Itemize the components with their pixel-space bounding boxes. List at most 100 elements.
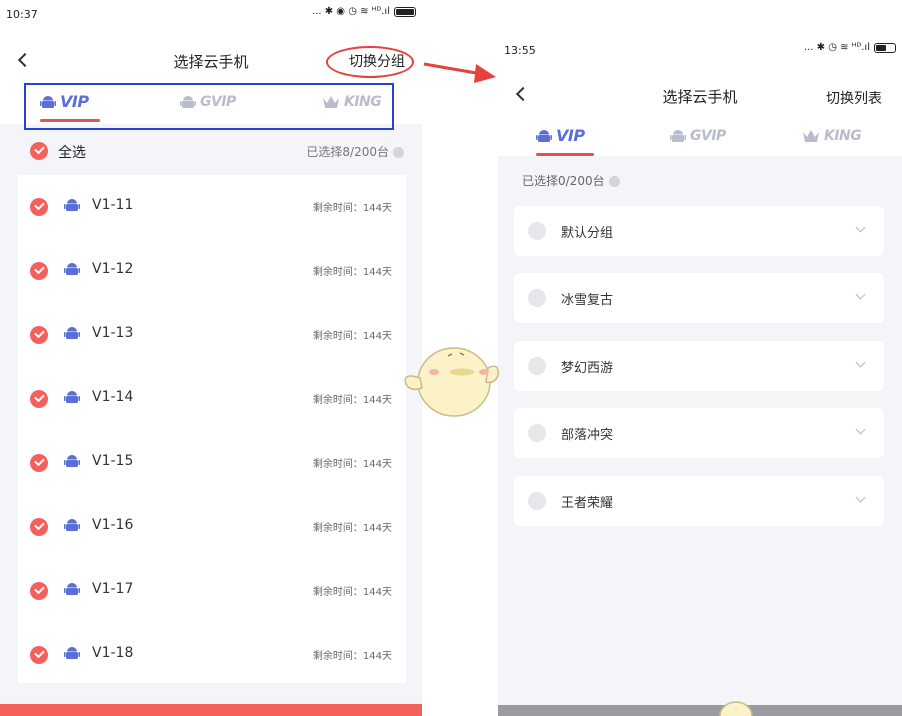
tier-tabs: VIP GVIP KING bbox=[498, 120, 902, 156]
device-checkbox[interactable] bbox=[30, 390, 48, 408]
device-row[interactable]: V1-12 剩余时间：144天 bbox=[18, 239, 406, 303]
annotation-arrow-icon bbox=[423, 62, 496, 83]
selected-count-text: 已选择8/200台 bbox=[306, 145, 389, 159]
device-checkbox[interactable] bbox=[30, 518, 48, 536]
remaining-time: 剩余时间：144天 bbox=[312, 459, 392, 470]
device-row[interactable]: V1-14 剩余时间：144天 bbox=[18, 367, 406, 431]
selected-summary: 已选择0/200台 bbox=[522, 172, 620, 189]
select-all-label: 全选 bbox=[58, 145, 86, 161]
chevron-down-icon[interactable] bbox=[855, 289, 866, 300]
top-margin bbox=[498, 0, 902, 30]
device-checkbox[interactable] bbox=[30, 198, 48, 216]
device-row[interactable]: V1-18 剩余时间：144天 bbox=[18, 623, 406, 687]
remaining-time: 剩余时间：144天 bbox=[312, 331, 392, 342]
selected-count: 已选择8/200台 bbox=[306, 143, 404, 160]
group-item[interactable]: 梦幻西游 bbox=[514, 341, 884, 391]
mascot-peek-icon bbox=[719, 701, 753, 716]
android-icon bbox=[64, 519, 80, 531]
device-row[interactable]: V1-11 剩余时间：144天 bbox=[18, 175, 406, 239]
group-radio[interactable] bbox=[528, 424, 546, 442]
tab-label: KING bbox=[824, 128, 862, 144]
group-radio[interactable] bbox=[528, 222, 546, 240]
right-phone-screen: 13:55 ... ✱ ◷ ≋ ᴴᴰ.ıl 选择云手机 切换列表 VIP GVI… bbox=[498, 0, 902, 716]
switch-list-button[interactable]: 切换列表 bbox=[826, 88, 882, 108]
selected-summary-text: 已选择0/200台 bbox=[522, 174, 605, 188]
tab-label: GVIP bbox=[690, 128, 726, 144]
group-item[interactable]: 冰雪复古 bbox=[514, 273, 884, 323]
remaining-time: 剩余时间：144天 bbox=[312, 395, 392, 406]
remaining-time: 剩余时间：144天 bbox=[312, 523, 392, 534]
group-radio[interactable] bbox=[528, 357, 546, 375]
device-checkbox[interactable] bbox=[30, 262, 48, 280]
device-checkbox[interactable] bbox=[30, 454, 48, 472]
status-time: 13:55 bbox=[504, 44, 536, 57]
device-name: V1-14 bbox=[92, 389, 134, 405]
android-icon bbox=[64, 647, 80, 659]
device-checkbox[interactable] bbox=[30, 582, 48, 600]
status-time: 10:37 bbox=[6, 8, 38, 21]
android-icon bbox=[64, 455, 80, 467]
android-icon bbox=[64, 327, 80, 339]
bottom-bar bbox=[498, 705, 902, 716]
remaining-time: 剩余时间：144天 bbox=[312, 651, 392, 662]
device-row[interactable]: V1-13 剩余时间：144天 bbox=[18, 303, 406, 367]
chevron-down-icon[interactable] bbox=[855, 424, 866, 435]
device-name: V1-16 bbox=[92, 517, 134, 533]
group-name: 冰雪复古 bbox=[561, 293, 614, 308]
group-radio[interactable] bbox=[528, 492, 546, 510]
android-icon bbox=[64, 263, 80, 275]
info-icon[interactable] bbox=[393, 147, 404, 158]
group-name: 王者荣耀 bbox=[561, 496, 614, 511]
group-radio[interactable] bbox=[528, 289, 546, 307]
nav-bar: 选择云手机 切换列表 bbox=[498, 66, 902, 120]
android-icon bbox=[64, 583, 80, 595]
android-icon bbox=[536, 129, 552, 142]
battery-icon bbox=[394, 6, 416, 17]
active-tab-underline bbox=[536, 153, 594, 156]
info-icon[interactable] bbox=[608, 176, 620, 187]
device-name: V1-13 bbox=[92, 325, 134, 341]
group-item[interactable]: 部落冲突 bbox=[514, 408, 884, 458]
device-name: V1-11 bbox=[92, 197, 134, 213]
group-name: 梦幻西游 bbox=[561, 361, 614, 376]
select-all-row[interactable]: 全选 已选择8/200台 bbox=[0, 130, 422, 172]
tab-vip[interactable]: VIP bbox=[536, 126, 585, 145]
device-name: V1-12 bbox=[92, 261, 134, 277]
group-name: 部落冲突 bbox=[561, 428, 614, 443]
status-icons: ... ✱ ◷ ≋ ᴴᴰ.ıl bbox=[804, 42, 896, 53]
group-item[interactable]: 默认分组 bbox=[514, 206, 884, 256]
device-name: V1-15 bbox=[92, 453, 134, 469]
device-checkbox[interactable] bbox=[30, 646, 48, 664]
crown-icon bbox=[803, 130, 819, 142]
device-list: V1-11 剩余时间：144天 V1-12 剩余时间：144天 V1-13 剩余… bbox=[18, 175, 406, 683]
annotation-highlight-ellipse bbox=[326, 46, 414, 78]
remaining-time: 剩余时间：144天 bbox=[312, 267, 392, 278]
remaining-time: 剩余时间：144天 bbox=[312, 587, 392, 598]
device-row[interactable]: V1-15 剩余时间：144天 bbox=[18, 431, 406, 495]
android-icon bbox=[64, 199, 80, 211]
device-name: V1-17 bbox=[92, 581, 134, 597]
android-icon bbox=[670, 130, 686, 142]
mascot-sticker-icon bbox=[404, 347, 500, 417]
chevron-down-icon[interactable] bbox=[855, 492, 866, 503]
status-bar: 13:55 ... ✱ ◷ ≋ ᴴᴰ.ıl bbox=[498, 30, 902, 66]
confirm-bar[interactable] bbox=[0, 704, 422, 716]
device-row[interactable]: V1-16 剩余时间：144天 bbox=[18, 495, 406, 559]
chevron-down-icon[interactable] bbox=[855, 222, 866, 233]
remaining-time: 剩余时间：144天 bbox=[312, 203, 392, 214]
status-icons: ... ✱ ◉ ◷ ≋ ᴴᴰ.ıl bbox=[312, 6, 416, 17]
tab-king[interactable]: KING bbox=[802, 128, 862, 144]
status-icon-text: ... ✱ ◷ ≋ ᴴᴰ.ıl bbox=[803, 42, 870, 53]
select-all-checkbox[interactable] bbox=[30, 142, 48, 160]
group-name: 默认分组 bbox=[561, 226, 614, 241]
status-icon-text: ... ✱ ◉ ◷ ≋ ᴴᴰ.ıl bbox=[312, 6, 390, 17]
tab-gvip[interactable]: GVIP bbox=[670, 128, 726, 144]
status-bar: 10:37 ... ✱ ◉ ◷ ≋ ᴴᴰ.ıl bbox=[0, 0, 422, 34]
battery-icon bbox=[874, 42, 896, 53]
group-item[interactable]: 王者荣耀 bbox=[514, 476, 884, 526]
device-checkbox[interactable] bbox=[30, 326, 48, 344]
device-row[interactable]: V1-17 剩余时间：144天 bbox=[18, 559, 406, 623]
annotation-highlight-box bbox=[24, 83, 394, 130]
tab-label: VIP bbox=[556, 126, 585, 145]
chevron-down-icon[interactable] bbox=[855, 357, 866, 368]
